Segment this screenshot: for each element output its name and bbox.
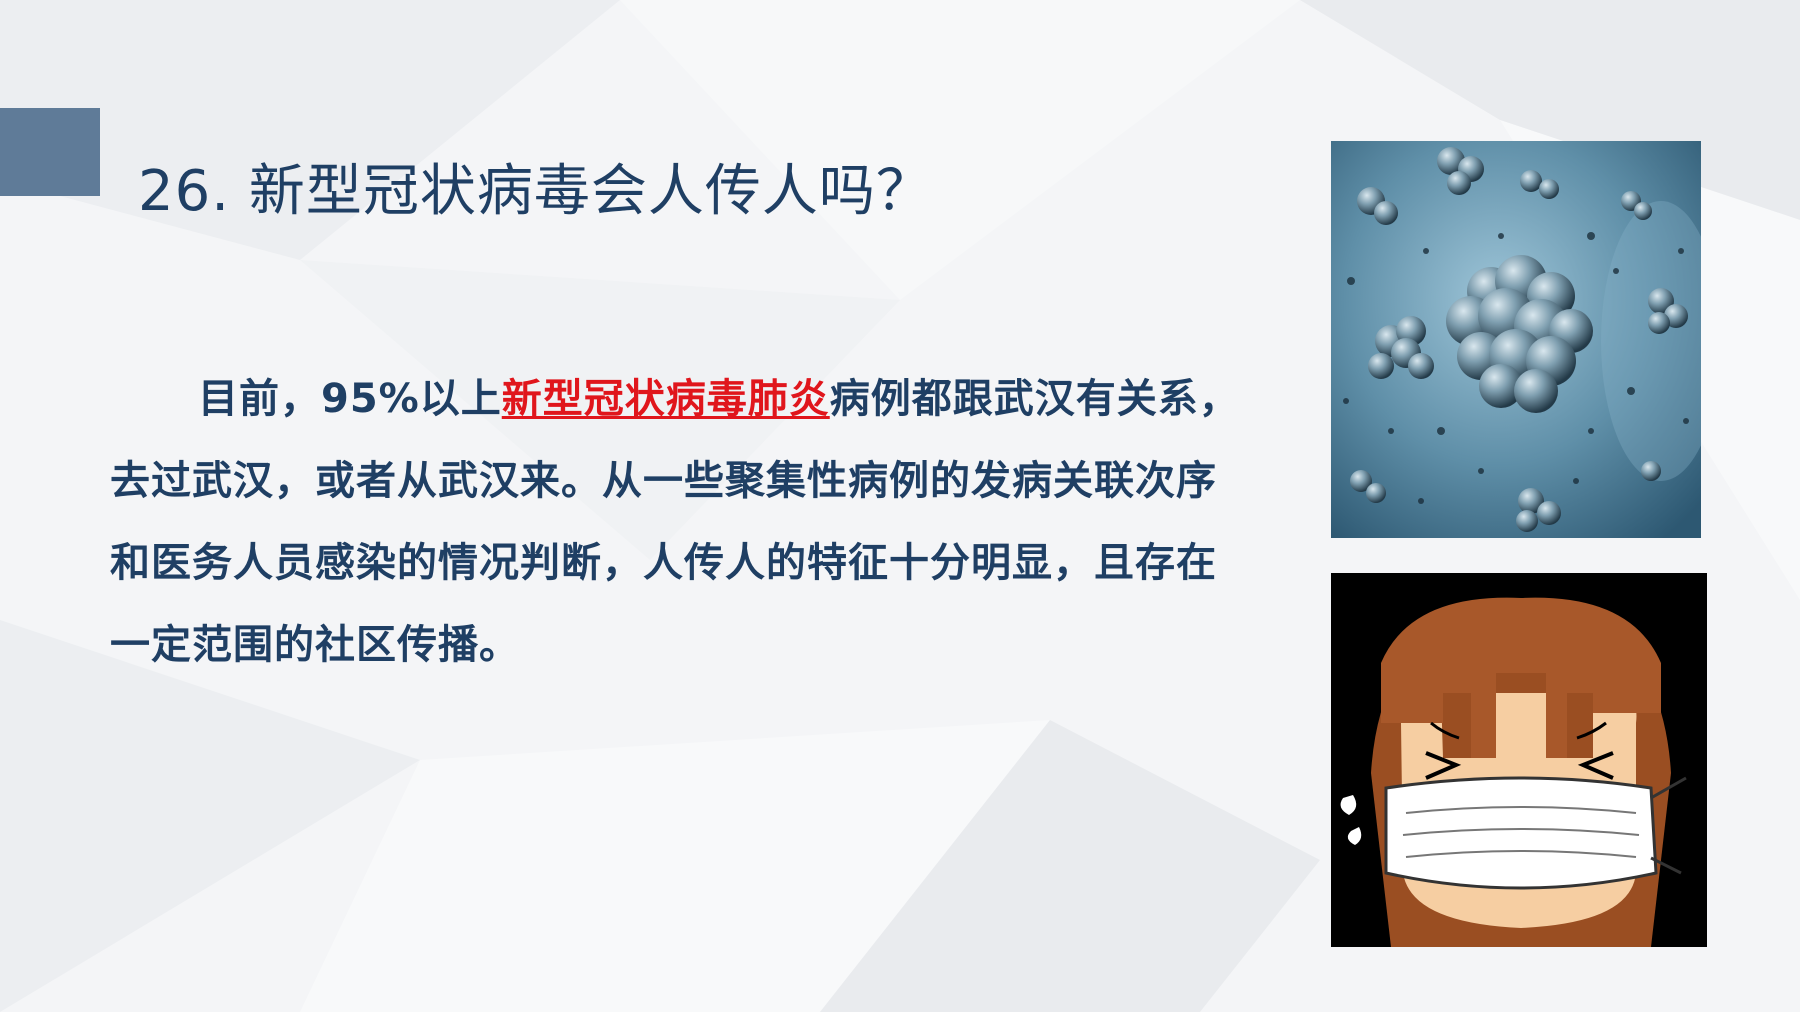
paragraph-text-before: 目前，95%以上	[198, 376, 502, 422]
mask-girl-cartoon	[1331, 573, 1707, 947]
page-title: 26. 新型冠状病毒会人传人吗？	[138, 159, 933, 224]
virus-micrograph-image	[1331, 141, 1701, 538]
body-paragraph: 目前，95%以上新型冠状病毒肺炎病例都跟武汉有关系，去过武汉，或者从武汉来。从一…	[110, 358, 1250, 686]
highlighted-term: 新型冠状病毒肺炎	[501, 376, 830, 422]
title-accent-block	[0, 108, 100, 196]
